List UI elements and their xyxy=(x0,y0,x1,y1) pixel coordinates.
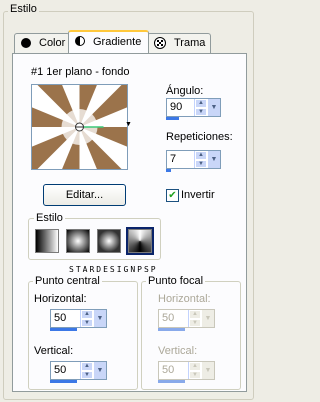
focal-vertical-up-icon: ▲ xyxy=(189,362,201,371)
focal-vertical-stepper: 50 ▲ ▼ ▼ xyxy=(158,361,215,380)
preview-dropdown-arrow-icon[interactable]: ▼ xyxy=(125,121,132,128)
repeats-dropdown-icon[interactable]: ▼ xyxy=(207,151,220,168)
center-vertical-dropdown-icon[interactable]: ▼ xyxy=(93,362,106,379)
focal-vertical-value: 50 xyxy=(162,364,175,376)
focal-horizontal-dropdown-icon: ▼ xyxy=(201,310,214,327)
tab-pattern-label: Trama xyxy=(174,37,206,49)
style-group-label: Estilo xyxy=(34,212,65,224)
angle-dropdown-icon[interactable]: ▼ xyxy=(207,99,220,116)
center-point-title: Punto central xyxy=(33,275,102,287)
focal-vertical-down-icon: ▼ xyxy=(189,370,201,379)
pattern-icon xyxy=(154,37,166,49)
gradient-preview[interactable] xyxy=(0,47,160,207)
center-horizontal-up-icon[interactable]: ▲ xyxy=(81,310,93,319)
angle-slider[interactable] xyxy=(166,117,179,120)
tab-gradient-label: Gradiente xyxy=(93,36,142,48)
center-vertical-stepper[interactable]: 50 ▲ ▼ ▼ xyxy=(50,361,107,380)
invert-checkbox[interactable]: ✔ xyxy=(166,189,179,202)
angle-value: 90 xyxy=(170,101,183,113)
radial-style-icon[interactable] xyxy=(66,229,90,253)
angle-down-icon[interactable]: ▼ xyxy=(195,107,207,116)
edit-button[interactable]: Editar... xyxy=(43,184,126,206)
linear-style-icon[interactable] xyxy=(35,229,59,253)
solid-dot-icon xyxy=(21,38,31,48)
angle-stepper[interactable]: 90 ▲ ▼ ▼ xyxy=(166,98,221,117)
angle-label: Ángulo: xyxy=(166,85,204,97)
center-horizontal-slider[interactable] xyxy=(50,328,77,331)
center-vertical-slider[interactable] xyxy=(50,380,77,383)
repeats-stepper[interactable]: 7 ▲ ▼ ▼ xyxy=(166,150,221,169)
focal-horizontal-slider xyxy=(158,328,185,331)
center-horizontal-dropdown-icon[interactable]: ▼ xyxy=(93,310,106,327)
watermark-text: STARDESIGNPSP xyxy=(69,265,158,274)
gradient-preview-canvas xyxy=(0,47,160,207)
half-circle-icon xyxy=(75,36,85,46)
focal-horizontal-down-icon: ▼ xyxy=(189,318,201,327)
center-horizontal-down-icon[interactable]: ▼ xyxy=(81,318,93,327)
focal-point-title: Punto focal xyxy=(146,275,206,287)
repeats-down-icon[interactable]: ▼ xyxy=(195,159,207,168)
focal-vertical-slider xyxy=(158,380,185,383)
sunburst-style-icon[interactable] xyxy=(126,227,154,255)
center-vertical-value: 50 xyxy=(54,364,67,376)
focal-vertical-dropdown-icon: ▼ xyxy=(201,362,214,379)
focal-horizontal-value: 50 xyxy=(162,312,175,324)
focal-horizontal-up-icon: ▲ xyxy=(189,310,201,319)
gradient-name: #1 1er plano - fondo xyxy=(31,66,130,78)
center-horizontal-stepper[interactable]: 50 ▲ ▼ ▼ xyxy=(50,309,107,328)
tab-color[interactable]: Color xyxy=(14,33,70,53)
tab-gradient[interactable]: Gradiente xyxy=(68,30,149,53)
invert-label: Invertir xyxy=(181,189,215,201)
center-vertical-up-icon[interactable]: ▲ xyxy=(81,362,93,371)
center-vertical-label: Vertical: xyxy=(34,345,74,357)
focal-horizontal-stepper: 50 ▲ ▼ ▼ xyxy=(158,309,215,328)
repeats-slider[interactable] xyxy=(166,169,171,172)
rectangular-style-icon[interactable] xyxy=(97,229,121,253)
tab-color-label: Color xyxy=(39,37,66,49)
focal-horizontal-label: Horizontal: xyxy=(158,293,211,305)
center-vertical-down-icon[interactable]: ▼ xyxy=(81,370,93,379)
angle-up-icon[interactable]: ▲ xyxy=(195,99,207,108)
focal-vertical-label: Vertical: xyxy=(158,345,198,357)
repeats-value: 7 xyxy=(170,153,177,165)
center-horizontal-label: Horizontal: xyxy=(34,293,87,305)
repeats-up-icon[interactable]: ▲ xyxy=(195,151,207,160)
style-frame-title: Estilo xyxy=(8,3,39,15)
repeats-label: Repeticiones: xyxy=(166,131,233,143)
tab-pattern[interactable]: Trama xyxy=(147,33,211,53)
center-horizontal-value: 50 xyxy=(54,312,67,324)
